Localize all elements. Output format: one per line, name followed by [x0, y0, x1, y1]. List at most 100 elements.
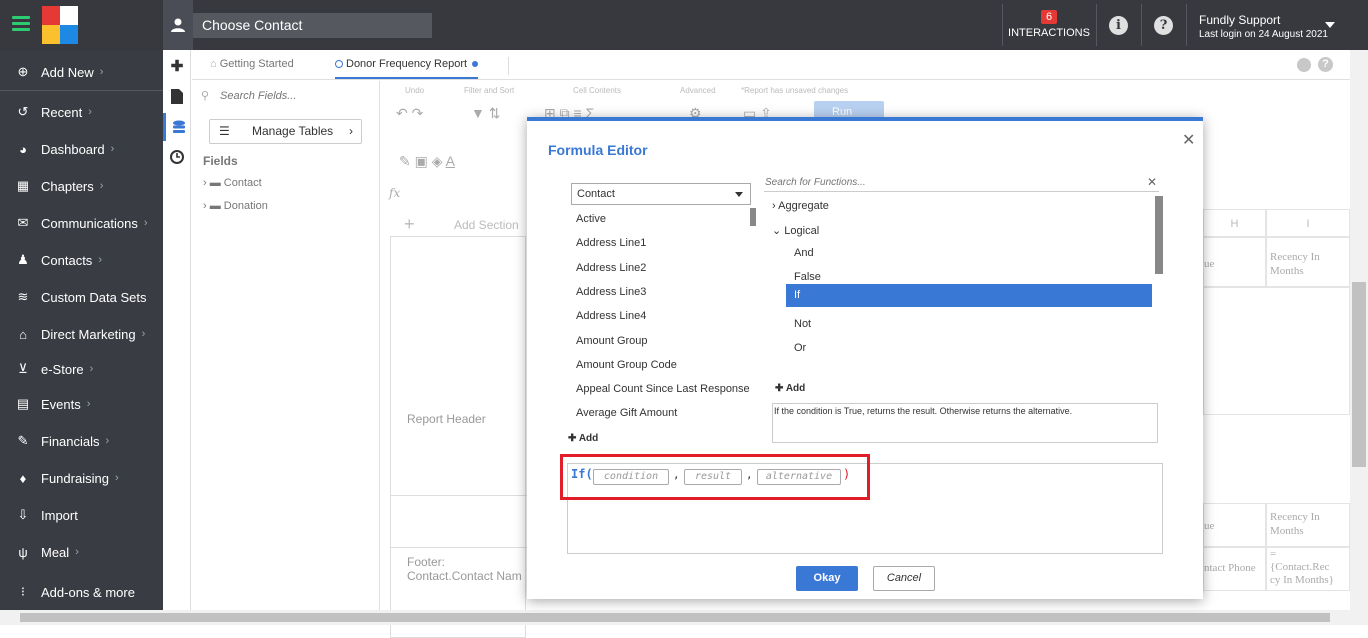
field-list-item[interactable]: Amount Group	[576, 335, 648, 347]
field-list-item[interactable]: Address Line2	[576, 262, 646, 274]
add-section-plus-icon[interactable]: +	[404, 214, 415, 235]
field-list-item[interactable]: Address Line1	[576, 237, 646, 249]
format-icons[interactable]: ✎ ▣ ◈ A	[399, 153, 455, 170]
choose-contact-field[interactable]: Choose Contact	[193, 13, 432, 38]
grid-cell-recency1[interactable]: Recency In Months	[1266, 237, 1350, 287]
chevron-right-icon: ›	[349, 124, 353, 138]
grid-body-cells[interactable]	[1203, 287, 1350, 415]
chevron-right-icon: ›	[203, 177, 207, 189]
sidebar-item-custom-data-sets[interactable]: ≋ Custom Data Sets	[0, 282, 163, 312]
calendar-icon: ▤	[16, 396, 30, 411]
tab-getting-started[interactable]: ⌂ Getting Started	[210, 58, 294, 70]
grid-cell-ue2[interactable]: ue	[1203, 503, 1266, 547]
manage-tables-button[interactable]: ☰ Manage Tables ›	[209, 119, 362, 144]
chevron-right-icon: ›	[110, 143, 115, 155]
field-list-scrollbar[interactable]	[750, 208, 756, 226]
tree-item-contact[interactable]: › ▬ Contact	[203, 177, 262, 189]
formula-arg-alternative[interactable]: alternative	[757, 469, 841, 485]
sidebar-item-label: Import	[41, 507, 78, 523]
sidebar-item-recent[interactable]: ↺ Recent ›	[0, 97, 163, 127]
clock-icon[interactable]	[163, 143, 191, 171]
add-function-button[interactable]: ✚ Add	[775, 383, 805, 394]
function-item-not[interactable]: Not	[794, 318, 811, 330]
hamburger-menu-icon[interactable]	[12, 16, 30, 32]
field-list-item[interactable]: Active	[576, 213, 606, 225]
sidebar-item-fundraising[interactable]: ♦ Fundraising ›	[0, 463, 163, 493]
undo-redo-icons[interactable]: ↶ ↷	[396, 105, 423, 122]
field-list-item[interactable]: Amount Group Code	[576, 359, 677, 371]
report-sections-column: Report Header Footer: Contact.Contact Na…	[390, 236, 527, 638]
toolbar-group-filter-label: Filter and Sort	[464, 86, 515, 95]
interactions-button[interactable]: 6 INTERACTIONS	[1003, 0, 1095, 50]
function-search-input[interactable]	[764, 174, 1159, 192]
info-icon[interactable]: i	[1109, 16, 1128, 35]
function-item-if[interactable]: If	[786, 284, 1152, 308]
field-list-item[interactable]: Appeal Count Since Last Response	[576, 383, 750, 395]
function-group-logical[interactable]: ⌄ Logical	[772, 224, 819, 237]
vertical-scrollbar[interactable]	[1350, 50, 1368, 610]
sidebar-item-add-ons-more[interactable]: ⁝ Add-ons & more	[0, 577, 163, 607]
sidebar-item-contacts[interactable]: ♟ Contacts ›	[0, 245, 163, 275]
cancel-button[interactable]: Cancel	[873, 566, 935, 591]
clear-search-icon[interactable]: ✕	[1147, 175, 1157, 189]
sidebar-item-chapters[interactable]: ▦ Chapters ›	[0, 171, 163, 201]
search-fields-input[interactable]	[220, 90, 370, 102]
field-list-item[interactable]: Address Line3	[576, 286, 646, 298]
formula-arg-result[interactable]: result	[684, 469, 742, 485]
folder-icon: ▬	[209, 200, 221, 212]
sidebar-item-import[interactable]: ⇩ Import	[0, 500, 163, 530]
settings-icon[interactable]	[1297, 58, 1311, 72]
sidebar-item-communications[interactable]: ✉ Communications ›	[0, 208, 163, 238]
function-list-scrollbar[interactable]	[1155, 196, 1163, 274]
plus-icon: ✚	[568, 433, 577, 444]
document-icon[interactable]	[163, 82, 191, 110]
function-description: If the condition is True, returns the re…	[772, 403, 1158, 443]
unsaved-dot-icon	[472, 61, 479, 68]
grid-cell-recency2[interactable]: Recency In Months	[1266, 503, 1350, 547]
add-field-button[interactable]: ✚ Add	[568, 433, 598, 444]
tree-item-donation[interactable]: › ▬ Donation	[203, 200, 268, 212]
chevron-down-icon	[735, 192, 743, 197]
close-icon[interactable]: ✕	[1182, 130, 1195, 150]
sidebar-item-label: Add-ons & more	[41, 584, 135, 600]
grid-cell-formula[interactable]: = {Contact.Rec cy In Months}	[1266, 547, 1350, 591]
sidebar-item-direct-marketing[interactable]: ⌂ Direct Marketing ›	[0, 319, 163, 349]
add-section-label[interactable]: Add Section	[454, 218, 519, 232]
column-header-i[interactable]: I	[1266, 209, 1350, 237]
folder-icon: ▬	[209, 177, 221, 189]
sidebar-item-meal[interactable]: ψ Meal ›	[0, 537, 163, 567]
column-header-h[interactable]: H	[1203, 209, 1266, 237]
money-icon: ✎	[17, 433, 29, 448]
tab-help-icon[interactable]: ?	[1318, 57, 1333, 72]
formula-arg-condition[interactable]: condition	[593, 469, 669, 485]
field-list-item[interactable]: Average Gift Amount	[576, 407, 677, 419]
sidebar-item-events[interactable]: ▤ Events ›	[0, 389, 163, 419]
apps-icon: ⁝	[20, 584, 26, 599]
grid-cell-ue1[interactable]: ue	[1203, 237, 1266, 287]
field-list-item[interactable]: Address Line4	[576, 310, 646, 322]
tab-donor-frequency-report[interactable]: Donor Frequency Report	[335, 58, 479, 79]
function-item-false[interactable]: False	[794, 271, 821, 283]
filter-sort-icons[interactable]: ▼ ⇅	[471, 105, 500, 122]
chevron-right-icon: ›	[203, 200, 207, 212]
sidebar-item-e-store[interactable]: ⊻ e-Store ›	[0, 354, 163, 384]
sidebar-item-add-new[interactable]: ⊕ Add New ›	[0, 57, 163, 87]
add-plus-icon[interactable]: ✚	[163, 52, 191, 80]
okay-button[interactable]: Okay	[796, 566, 858, 591]
sidebar-item-financials[interactable]: ✎ Financials ›	[0, 426, 163, 456]
table-select[interactable]: Contact	[571, 183, 751, 205]
chevron-right-icon: ›	[75, 546, 79, 558]
database-icon[interactable]	[163, 113, 191, 141]
user-menu[interactable]: Fundly Support Last login on 24 August 2…	[1199, 13, 1328, 40]
horizontal-scrollbar[interactable]	[0, 610, 1368, 625]
sidebar-item-label: Add New	[41, 64, 94, 80]
sidebar-item-label: e-Store	[41, 361, 84, 377]
user-menu-caret-icon[interactable]	[1325, 22, 1335, 28]
grid-cell-contact-phone[interactable]: ntact Phone	[1203, 547, 1266, 591]
help-icon[interactable]: ?	[1154, 16, 1173, 35]
function-group-aggregate[interactable]: › Aggregate	[772, 200, 829, 212]
function-item-or[interactable]: Or	[794, 342, 806, 354]
function-item-and[interactable]: And	[794, 247, 814, 259]
contact-person-icon[interactable]	[163, 0, 193, 50]
sidebar-item-dashboard[interactable]: ◕ Dashboard ›	[0, 134, 163, 164]
